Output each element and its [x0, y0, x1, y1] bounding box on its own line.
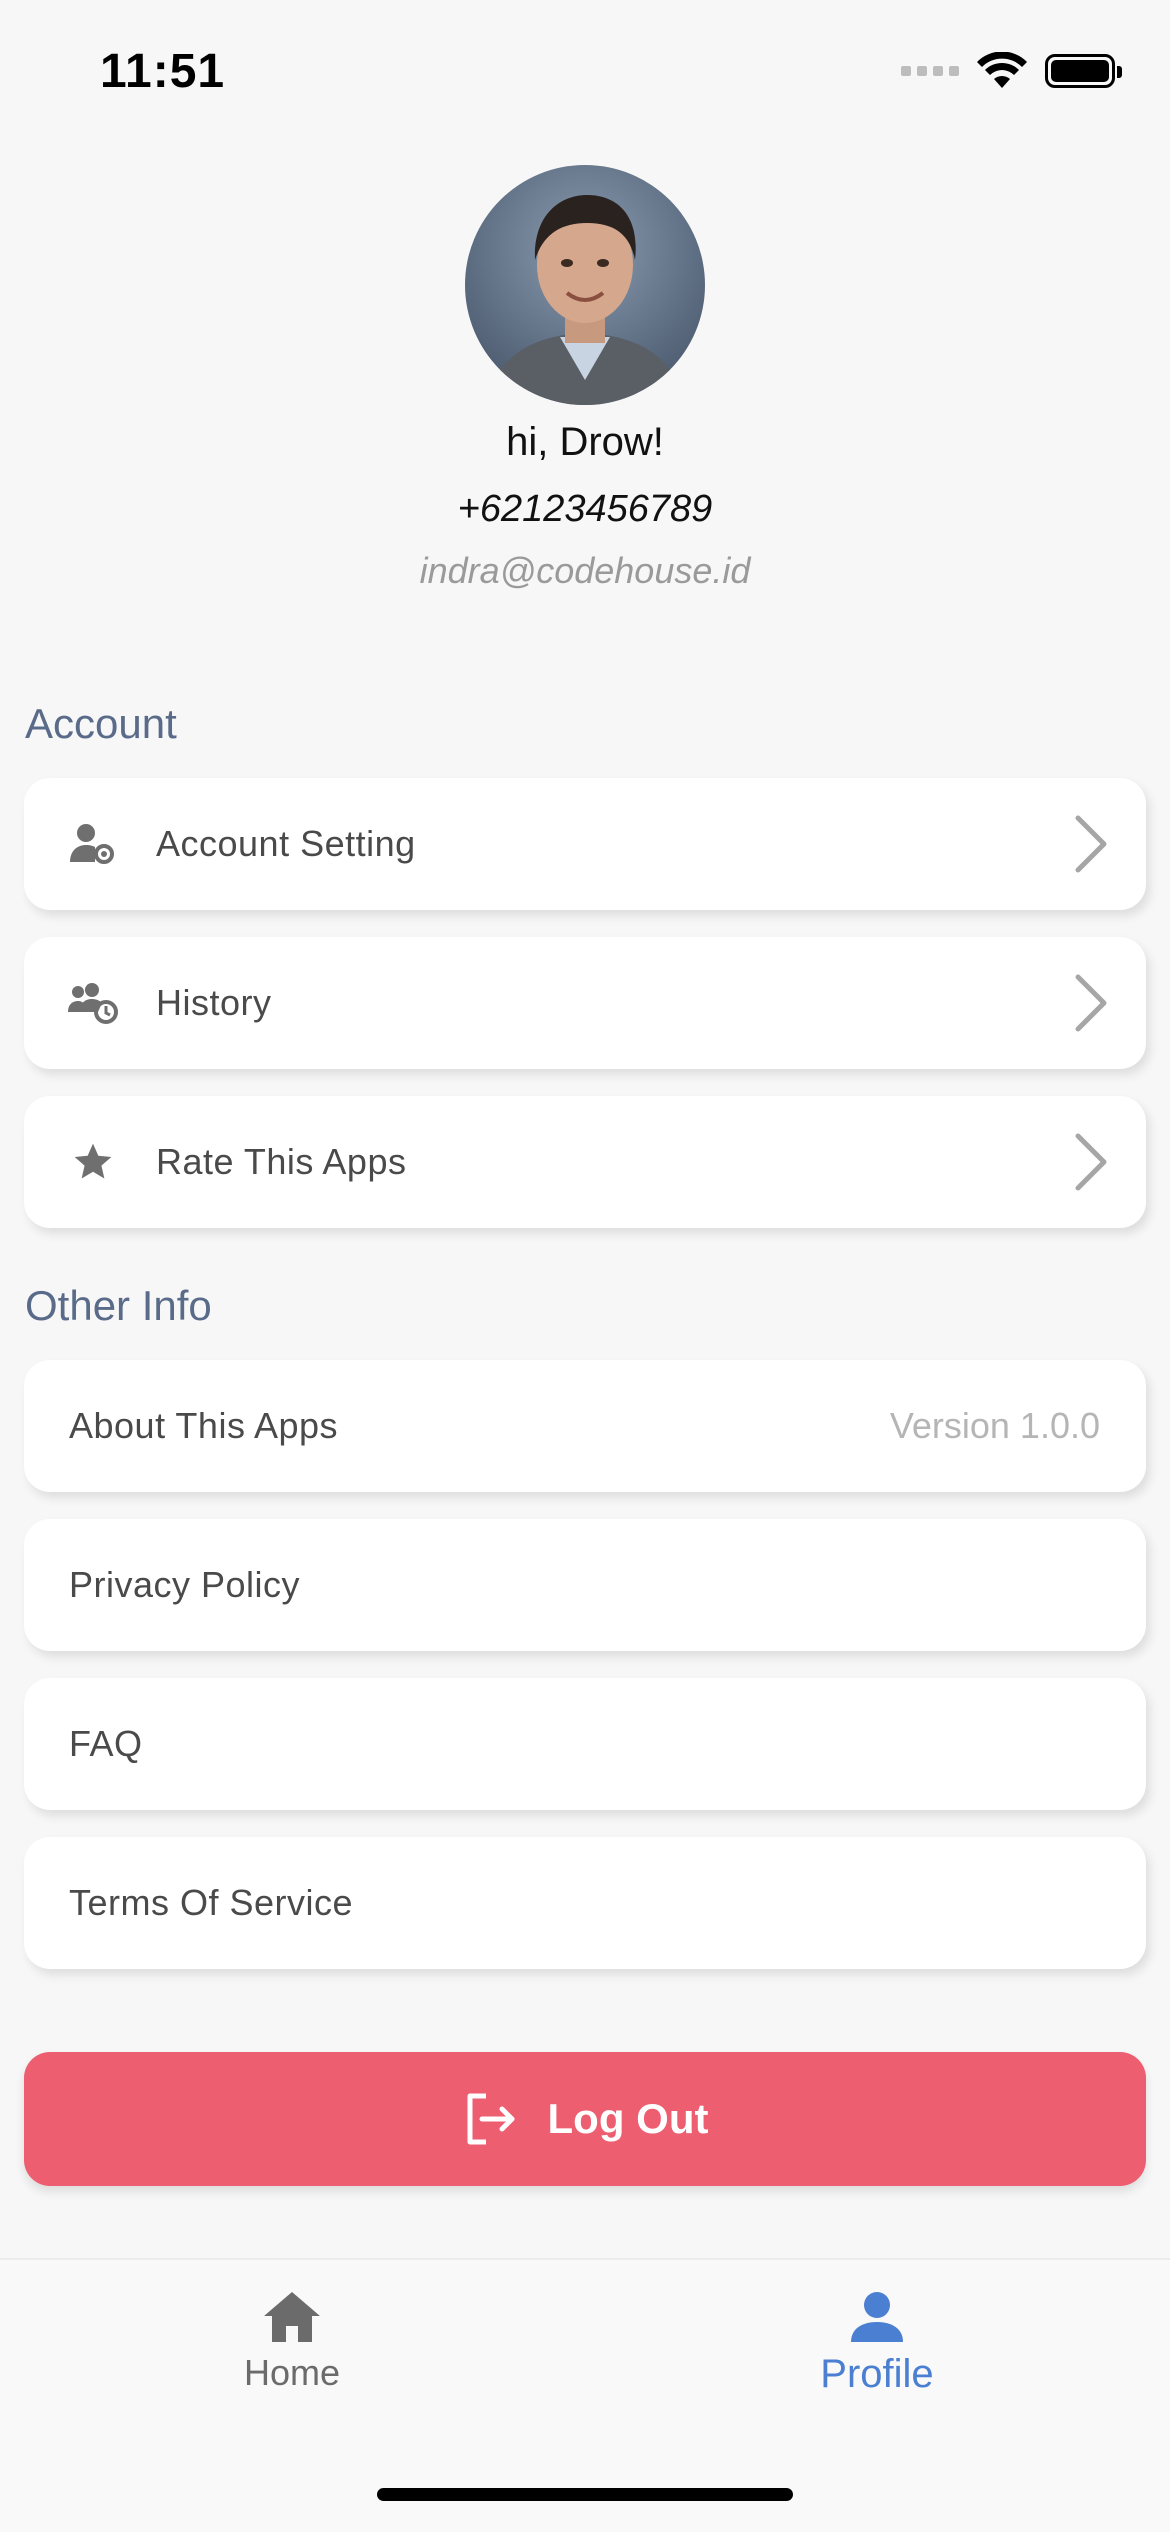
avatar-image [485, 195, 685, 405]
nav-profile-label: Profile [820, 2352, 934, 2396]
cellular-signal-icon [901, 66, 959, 76]
rate-apps-label: Rate This Apps [156, 1141, 407, 1182]
faq-item[interactable]: FAQ [24, 1678, 1146, 1810]
status-time: 11:51 [100, 45, 226, 98]
profile-greeting: hi, Drow! [506, 420, 664, 464]
chevron-right-icon [1075, 974, 1107, 1032]
account-section-title: Account [25, 700, 177, 747]
account-setting-label: Account Setting [156, 823, 416, 864]
profile-screen: 11:51 hi, Drow! +62123456789 indra@codeh… [0, 0, 1170, 2532]
logout-label: Log Out [547, 2095, 709, 2142]
avatar[interactable] [465, 165, 705, 405]
status-icons [901, 52, 1122, 90]
nav-tab-home[interactable]: Home [142, 2290, 442, 2394]
other-info-section-title: Other Info [25, 1282, 212, 1329]
privacy-policy-label: Privacy Policy [69, 1564, 301, 1605]
about-apps-label: About This Apps [69, 1405, 339, 1446]
home-indicator[interactable] [377, 2488, 793, 2501]
account-setting-item[interactable]: Account Setting [24, 778, 1146, 910]
terms-of-service-item[interactable]: Terms Of Service [24, 1837, 1146, 1969]
logout-button[interactable]: Log Out [24, 2052, 1146, 2186]
battery-icon [1045, 54, 1122, 88]
chevron-right-icon [1075, 1133, 1107, 1191]
profile-email: indra@codehouse.id [419, 550, 751, 591]
nav-tab-profile[interactable]: Profile [727, 2290, 1027, 2397]
profile-phone: +62123456789 [457, 488, 713, 530]
user-settings-icon [68, 819, 118, 869]
about-apps-item[interactable]: About This Apps Version 1.0.0 [24, 1360, 1146, 1492]
nav-home-label: Home [243, 2352, 341, 2393]
chevron-right-icon [1075, 815, 1107, 873]
home-icon [264, 2292, 320, 2342]
wifi-icon [977, 52, 1027, 88]
history-item[interactable]: History [24, 937, 1146, 1069]
faq-label: FAQ [69, 1723, 143, 1764]
privacy-policy-item[interactable]: Privacy Policy [24, 1519, 1146, 1651]
history-label: History [156, 982, 272, 1023]
person-icon [851, 2292, 903, 2342]
terms-of-service-label: Terms Of Service [69, 1882, 354, 1923]
rate-apps-item[interactable]: Rate This Apps [24, 1096, 1146, 1228]
app-version: Version 1.0.0 [889, 1405, 1100, 1446]
logout-icon [467, 2093, 515, 2145]
users-clock-icon [68, 978, 118, 1028]
star-icon [68, 1137, 118, 1187]
status-bar: 11:51 [0, 0, 1170, 140]
